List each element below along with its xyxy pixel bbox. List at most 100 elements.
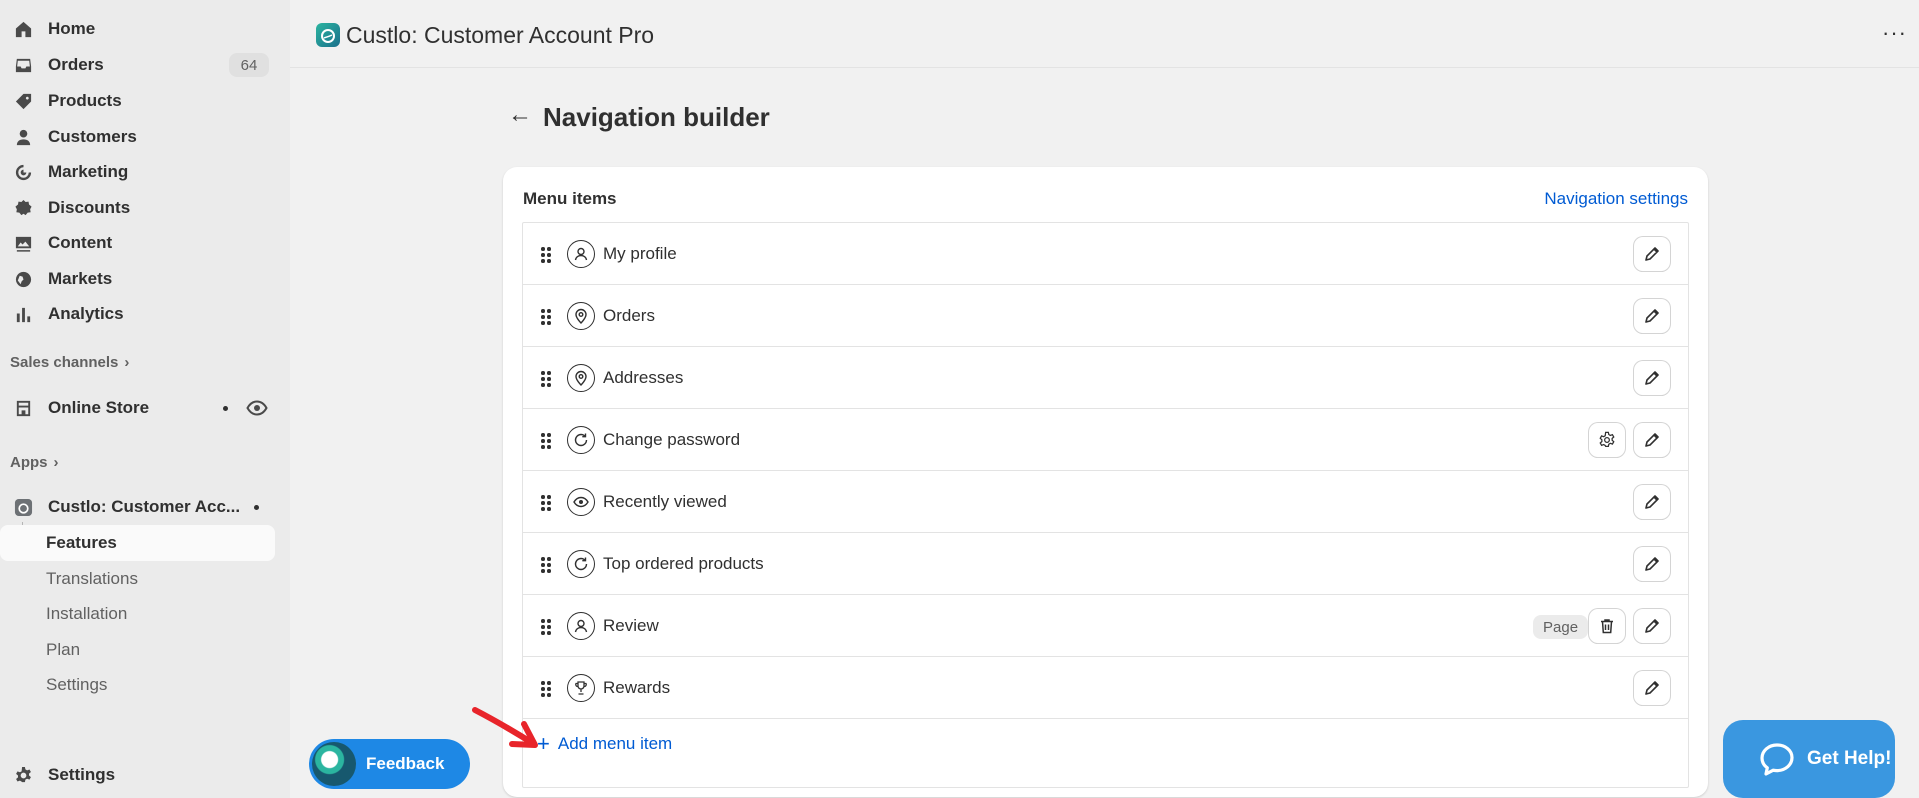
menu-items-list: My profile Orders Addresses Change passw… bbox=[522, 222, 1689, 788]
eye-icon[interactable] bbox=[246, 397, 268, 424]
menu-item-row[interactable]: Review Page bbox=[523, 595, 1688, 657]
menu-item-row[interactable]: Top ordered products bbox=[523, 533, 1688, 595]
menu-item-row[interactable]: Addresses bbox=[523, 347, 1688, 409]
nav-home-label: Home bbox=[48, 19, 96, 38]
top-bar: Custlo: Customer Account Pro ··· bbox=[290, 0, 1919, 68]
feedback-button[interactable]: Feedback bbox=[309, 739, 470, 789]
nav-app-settings[interactable]: Settings bbox=[46, 675, 107, 695]
nav-orders[interactable]: Orders 64 bbox=[10, 48, 274, 82]
edit-button[interactable] bbox=[1634, 671, 1670, 705]
nav-marketing-label: Marketing bbox=[48, 162, 129, 181]
menu-item-label: Review bbox=[603, 616, 659, 635]
edit-button[interactable] bbox=[1634, 299, 1670, 333]
nav-content[interactable]: Content bbox=[10, 226, 274, 260]
edit-button[interactable] bbox=[1634, 423, 1670, 457]
drag-handle-icon[interactable] bbox=[541, 309, 551, 325]
menu-item-label: Addresses bbox=[603, 368, 684, 387]
menu-item-row[interactable]: Rewards bbox=[523, 657, 1688, 719]
nav-discounts[interactable]: Discounts bbox=[10, 191, 274, 225]
menu-item-row[interactable]: Change password bbox=[523, 409, 1688, 471]
feedback-label: Feedback bbox=[366, 754, 445, 773]
refresh-icon bbox=[567, 550, 595, 578]
nav-analytics-label: Analytics bbox=[48, 304, 124, 323]
globe-icon bbox=[12, 268, 34, 290]
add-menu-item-button[interactable]: + Add menu item bbox=[537, 733, 672, 755]
online-store-dot bbox=[223, 406, 228, 411]
menu-item-label: Top ordered products bbox=[603, 554, 764, 573]
online-store-label: Online Store bbox=[48, 398, 150, 417]
drag-handle-icon[interactable] bbox=[541, 557, 551, 573]
nav-installation[interactable]: Installation bbox=[46, 604, 127, 624]
page-type-badge: Page bbox=[1533, 615, 1589, 639]
nav-content-label: Content bbox=[48, 233, 113, 252]
nav-customers[interactable]: Customers bbox=[10, 120, 274, 154]
edit-button[interactable] bbox=[1634, 237, 1670, 271]
drag-handle-icon[interactable] bbox=[541, 619, 551, 635]
pencil-icon bbox=[1645, 619, 1659, 633]
eye-icon bbox=[567, 488, 595, 516]
pencil-icon bbox=[1645, 495, 1659, 509]
back-button[interactable]: ← bbox=[508, 101, 532, 129]
menu-item-label: My profile bbox=[603, 244, 677, 263]
delete-button[interactable] bbox=[1589, 609, 1625, 643]
navigation-settings-link[interactable]: Navigation settings bbox=[1544, 189, 1688, 209]
nav-plan[interactable]: Plan bbox=[46, 640, 80, 660]
menu-item-label: Orders bbox=[603, 306, 655, 325]
edit-button[interactable] bbox=[1634, 485, 1670, 519]
pencil-icon bbox=[1645, 557, 1659, 571]
edit-button[interactable] bbox=[1634, 609, 1670, 643]
nav-home[interactable]: Home bbox=[10, 12, 274, 46]
gear-icon bbox=[12, 764, 34, 786]
drag-handle-icon[interactable] bbox=[541, 433, 551, 449]
app-dot bbox=[254, 505, 259, 510]
tag-icon bbox=[12, 90, 34, 112]
chat-bubble-icon bbox=[1760, 743, 1794, 776]
feedback-logo-icon bbox=[312, 742, 356, 786]
sales-channels-label: Sales channels bbox=[10, 354, 119, 371]
nav-analytics[interactable]: Analytics bbox=[10, 297, 274, 331]
menu-item-row[interactable]: My profile bbox=[523, 223, 1688, 285]
drag-handle-icon[interactable] bbox=[541, 495, 551, 511]
annotation-arrow-icon bbox=[472, 707, 538, 748]
edit-button[interactable] bbox=[1634, 361, 1670, 395]
orders-count-badge: 64 bbox=[229, 53, 269, 77]
menu-item-row[interactable]: Recently viewed bbox=[523, 471, 1688, 533]
nav-app-custlo[interactable]: Custlo: Customer Acc... bbox=[10, 490, 274, 524]
person-icon bbox=[12, 126, 34, 148]
nav-products[interactable]: Products bbox=[10, 84, 274, 118]
settings-button[interactable] bbox=[1589, 423, 1625, 457]
apps-heading[interactable]: Apps › bbox=[10, 454, 59, 471]
get-help-button[interactable]: Get Help! bbox=[1723, 720, 1895, 798]
nav-markets[interactable]: Markets bbox=[10, 262, 274, 296]
edit-button[interactable] bbox=[1634, 547, 1670, 581]
pencil-icon bbox=[1645, 247, 1659, 261]
nav-online-store[interactable]: Online Store bbox=[10, 391, 274, 425]
drag-handle-icon[interactable] bbox=[541, 371, 551, 387]
inbox-icon bbox=[12, 54, 34, 76]
store-icon bbox=[12, 397, 34, 419]
more-actions-button[interactable]: ··· bbox=[1882, 20, 1907, 46]
nav-translations[interactable]: Translations bbox=[46, 569, 138, 589]
discount-icon bbox=[12, 197, 34, 219]
menu-item-row[interactable]: Orders bbox=[523, 285, 1688, 347]
menu-item-label: Recently viewed bbox=[603, 492, 727, 511]
user-icon bbox=[567, 612, 595, 640]
drag-handle-icon[interactable] bbox=[541, 681, 551, 697]
features-label: Features bbox=[46, 533, 117, 552]
pencil-icon bbox=[1645, 371, 1659, 385]
user-icon bbox=[567, 240, 595, 268]
pencil-icon bbox=[1645, 309, 1659, 323]
chevron-right-icon: › bbox=[53, 454, 59, 471]
nav-features[interactable]: Features bbox=[0, 525, 275, 561]
drag-handle-icon[interactable] bbox=[541, 247, 551, 263]
nav-marketing[interactable]: Marketing bbox=[10, 155, 274, 189]
chevron-right-icon: › bbox=[124, 354, 130, 371]
trash-icon bbox=[1601, 619, 1613, 634]
app-title: Custlo: Customer Account Pro bbox=[346, 22, 655, 48]
nav-settings[interactable]: Settings bbox=[10, 758, 274, 792]
nav-discounts-label: Discounts bbox=[48, 198, 131, 217]
nav-orders-label: Orders bbox=[48, 55, 104, 74]
menu-item-label: Change password bbox=[603, 430, 741, 449]
sales-channels-heading[interactable]: Sales channels › bbox=[10, 354, 129, 371]
add-menu-item-label: Add menu item bbox=[557, 734, 673, 753]
